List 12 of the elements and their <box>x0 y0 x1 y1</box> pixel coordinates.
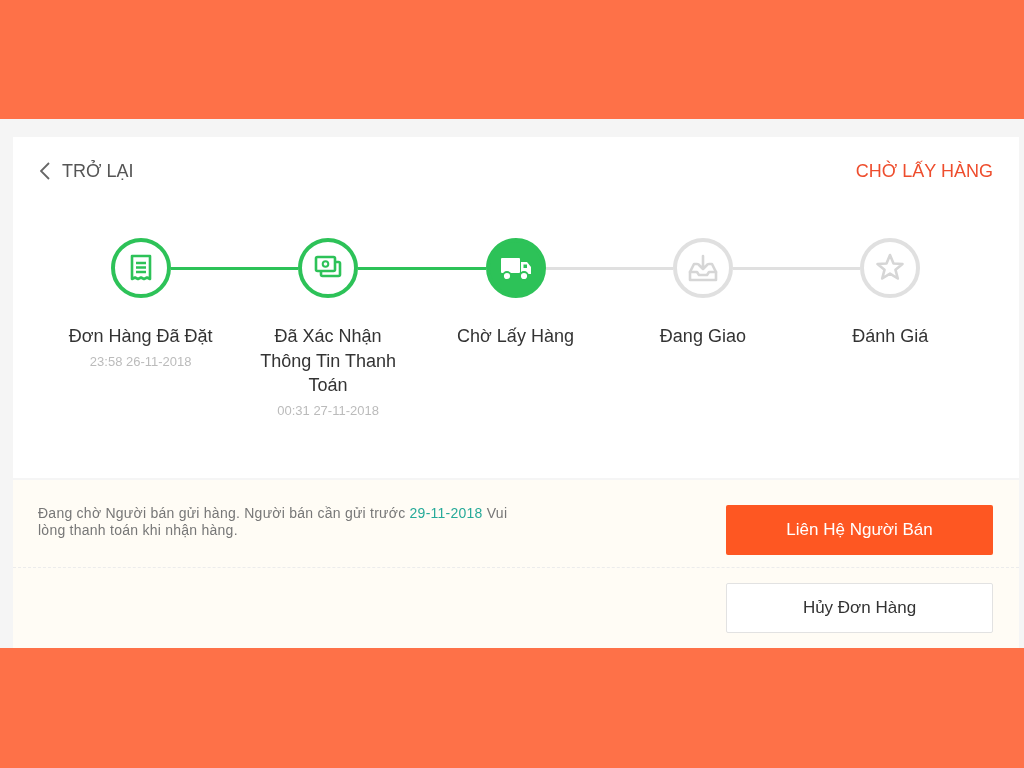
step-label: Đơn Hàng Đã Đặt <box>68 325 213 348</box>
step-label: Đang Giao <box>659 325 746 348</box>
cancel-order-button[interactable]: Hủy Đơn Hàng <box>726 583 993 633</box>
back-link[interactable]: TRỞ LẠI <box>40 160 134 182</box>
order-status-label: CHỜ LẤY HÀNG <box>855 160 993 182</box>
step-time: 00:31 27-11-2018 <box>277 401 379 420</box>
step-label: Chờ Lấy Hàng <box>457 325 574 348</box>
chevron-left-icon <box>40 162 50 180</box>
step-time: 23:58 26-11-2018 <box>89 352 192 371</box>
step-label: Đã Xác Nhận Thông Tin Thanh Toán <box>259 325 397 397</box>
step-label: Đánh Giá <box>852 325 929 348</box>
shipping-notice: Đang chờ Người bán gửi hàng. Người bán cần gửi trước 29-11-2018 Vui lòng thanh toán khi nhận hàng. <box>38 505 509 539</box>
